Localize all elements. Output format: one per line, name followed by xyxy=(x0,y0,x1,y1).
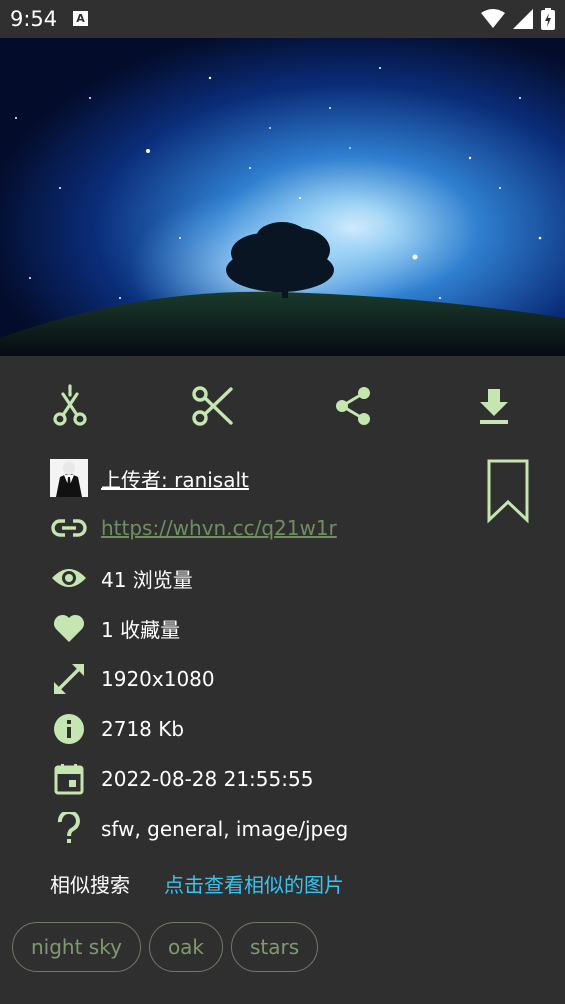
uploader-row[interactable]: 上传者: ranisalt xyxy=(0,456,470,500)
share-icon xyxy=(336,387,370,425)
file-size-value: 2718 Kb xyxy=(101,717,185,741)
eye-icon xyxy=(50,559,88,597)
question-mark-icon xyxy=(50,810,88,848)
views-count: 41 浏览量 xyxy=(101,567,193,592)
category-value: sfw, general, image/jpeg xyxy=(101,817,349,841)
tag-chip-night-sky[interactable]: night sky xyxy=(12,922,141,972)
uploader-name[interactable]: 上传者: ranisalt xyxy=(101,464,249,493)
category-row: sfw, general, image/jpeg xyxy=(0,807,470,851)
download-icon xyxy=(480,389,508,424)
info-icon xyxy=(50,710,88,748)
status-icons xyxy=(481,8,555,30)
action-bar xyxy=(0,356,565,456)
size-row: 2718 Kb xyxy=(0,707,470,751)
tag-chip-oak[interactable]: oak xyxy=(148,922,224,972)
signal-icon xyxy=(513,9,533,29)
resolution-row: 1920x1080 xyxy=(0,657,470,701)
avatar[interactable] xyxy=(50,459,88,497)
resize-arrows-icon xyxy=(50,660,88,698)
scissors-rotated-icon xyxy=(53,384,87,426)
crop-alt-button[interactable] xyxy=(48,384,92,428)
date-row: 2022-08-28 21:55:55 xyxy=(0,757,470,801)
resolution-value: 1920x1080 xyxy=(101,667,215,691)
tag-chip-stars[interactable]: stars xyxy=(231,922,319,972)
notification-icon: A xyxy=(73,11,88,26)
status-bar: 9:54 A xyxy=(0,0,565,38)
upload-date-value: 2022-08-28 21:55:55 xyxy=(101,767,314,791)
bookmark-icon xyxy=(487,459,529,524)
url-row[interactable]: https://whvn.cc/q21w1r xyxy=(0,506,470,550)
favorites-row: 1 收藏量 xyxy=(0,606,470,650)
wallpaper-image xyxy=(0,38,565,356)
heart-icon xyxy=(50,609,88,647)
cut-button[interactable] xyxy=(190,384,234,428)
wifi-icon xyxy=(481,9,505,28)
wallpaper-url-link[interactable]: https://whvn.cc/q21w1r xyxy=(101,516,337,540)
wallpaper-preview[interactable] xyxy=(0,38,565,356)
similar-search-link[interactable]: 点击查看相似的图片 xyxy=(164,869,344,898)
battery-icon xyxy=(541,8,555,30)
link-icon xyxy=(50,509,88,547)
calendar-icon xyxy=(50,760,88,798)
share-button[interactable] xyxy=(331,384,375,428)
views-row: 41 浏览量 xyxy=(0,556,470,600)
tag-list: night sky oak stars xyxy=(12,922,319,972)
similar-search-label: 相似搜索 xyxy=(50,873,130,897)
avatar-image xyxy=(50,459,88,497)
favorites-count: 1 收藏量 xyxy=(101,617,181,642)
download-button[interactable] xyxy=(472,384,516,428)
bookmark-button[interactable] xyxy=(486,458,530,524)
status-time: 9:54 xyxy=(10,7,58,31)
scissors-icon xyxy=(192,386,233,426)
